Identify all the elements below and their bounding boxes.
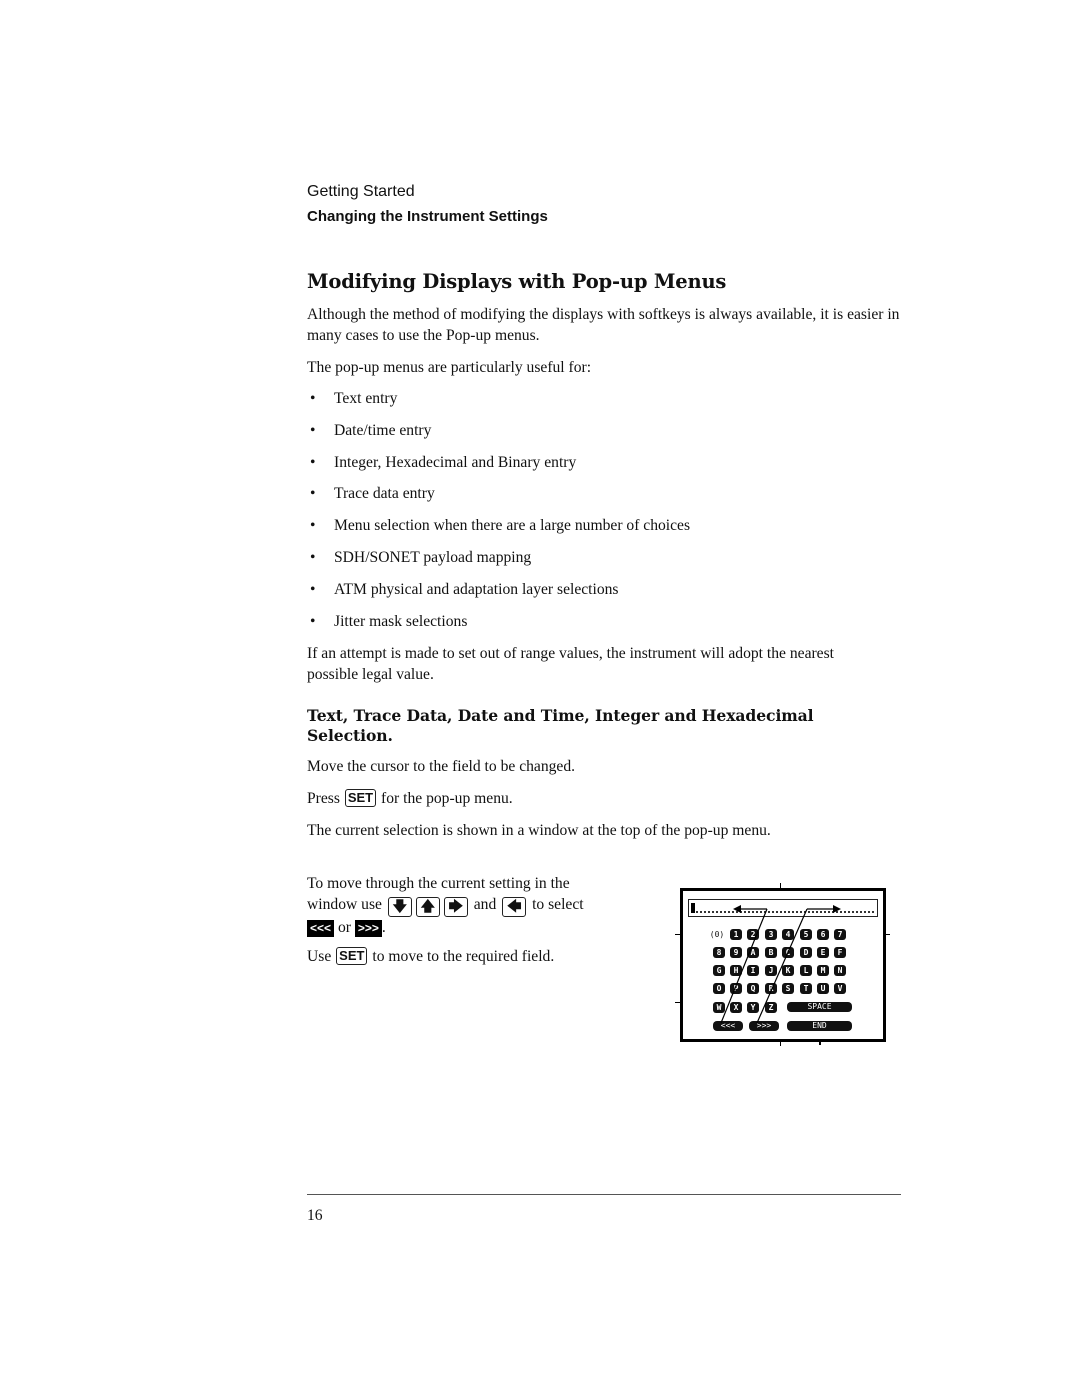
step-current-selection: The current selection is shown in a wind… [307, 822, 771, 839]
list-item: • SDH/SONET payload mapping [310, 548, 532, 566]
uses-list: • Text entry • Date/time entry • Integer, H… [307, 388, 690, 642]
bullet-icon: • [310, 453, 316, 471]
right-arrow-key-icon: 🡆 [443, 897, 468, 917]
list-item: • Trace data entry [310, 485, 435, 503]
step-move-through: To move through the current setting in t… [307, 875, 584, 937]
bullet-icon: • [310, 390, 316, 407]
arrow-line-prev [720, 908, 768, 1024]
section-heading: Changing the Instrument Settings [307, 208, 548, 225]
down-arrow-key-icon: 🡇 [387, 897, 412, 917]
page-number: 16 [307, 1207, 323, 1224]
registration-tick [780, 1042, 781, 1046]
up-arrow-key-icon: 🡅 [415, 897, 440, 917]
step-move-cursor: Move the cursor to the field to be chang… [307, 758, 576, 775]
set-key: SET [344, 789, 377, 807]
page-title: Modifying Displays with Pop-up Menus [307, 270, 727, 293]
arrow-right-icon [833, 905, 841, 913]
left-arrow-key-icon: 🡄 [502, 897, 527, 917]
list-item: • ATM physical and adaptation layer selec… [310, 580, 619, 598]
range-note: If an attempt is made to set out of rang… [307, 645, 835, 683]
set-key: SET [336, 947, 368, 965]
bullet-icon: • [310, 421, 316, 439]
popup-menu-diagram: (0)123456789ABCDEFGHIJKLMNOPQRSTUVWXYZ S… [680, 888, 886, 1042]
bullet-icon: • [310, 485, 316, 503]
running-head: Getting Started [307, 183, 415, 200]
bullet-icon: • [310, 548, 316, 566]
arrow-line-next [756, 908, 808, 1024]
list-item: • Jitter mask selections [310, 612, 468, 630]
list-item: • Text entry [310, 390, 398, 407]
registration-tick [886, 934, 890, 935]
subheading: Text, Trace Data, Date and Time, Integer… [307, 706, 814, 745]
annotation-arrows [720, 905, 841, 1024]
registration-tick [819, 1042, 821, 1045]
prev-softkey: <<< [307, 920, 335, 937]
list-intro: The pop-up menus are particularly useful… [307, 359, 592, 376]
list-item: • Date/time entry [310, 421, 432, 439]
footer-rule [307, 1194, 901, 1195]
bullet-icon: • [310, 517, 316, 535]
list-item: • Menu selection when there are a large n… [310, 517, 691, 535]
bullet-icon: • [310, 612, 316, 630]
registration-tick [780, 883, 781, 888]
next-softkey: >>> [354, 920, 382, 937]
arrow-left-icon [733, 905, 741, 913]
step-press-set: Press SET for the pop-up menu. [307, 789, 513, 807]
registration-tick [675, 934, 680, 935]
registration-tick [675, 1002, 680, 1003]
bullet-icon: • [310, 580, 316, 598]
intro-paragraph: Although the method of modifying the dis… [307, 306, 900, 344]
list-item: • Integer, Hexadecimal and Binary entry [310, 453, 577, 471]
